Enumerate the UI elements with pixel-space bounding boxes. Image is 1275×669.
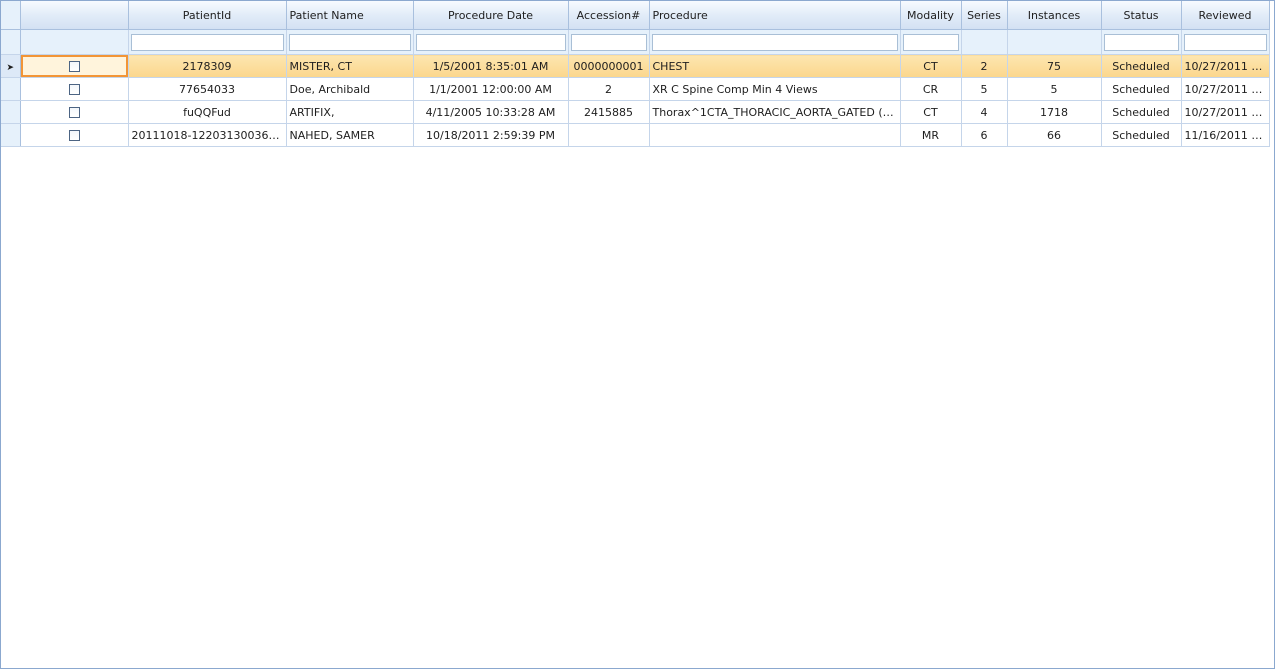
column-header-accession[interactable]: Accession# xyxy=(568,1,650,30)
cell-modality[interactable]: CR xyxy=(900,77,962,101)
cell-reviewed[interactable]: 10/27/2011 1... xyxy=(1181,54,1270,78)
filter-input-reviewed[interactable] xyxy=(1183,33,1267,51)
arrow-right-icon: ➤ xyxy=(6,62,15,73)
cell-procedure-date[interactable]: 1/5/2001 8:35:01 AM xyxy=(413,54,569,78)
filter-cell-series xyxy=(961,29,1008,55)
cell-modality[interactable]: MR xyxy=(900,123,962,147)
cell-modality[interactable]: CT xyxy=(900,54,962,78)
filter-row xyxy=(1,29,1270,55)
cell-accession[interactable] xyxy=(568,123,650,147)
filter-input-accession[interactable] xyxy=(570,33,647,51)
filter-cell-modality xyxy=(900,29,962,55)
table-row[interactable]: ➤ 2178309 MISTER, CT 1/5/2001 8:35:01 AM… xyxy=(1,54,1270,78)
checkbox-icon[interactable] xyxy=(68,84,80,95)
column-header-patient-name[interactable]: Patient Name xyxy=(286,1,414,30)
checkbox-icon[interactable] xyxy=(68,130,80,141)
filter-cell-procedure-date xyxy=(413,29,569,55)
worklist-table: PatientId Patient Name Procedure Date Ac… xyxy=(1,1,1270,147)
header-select-column[interactable] xyxy=(20,1,129,30)
select-cell[interactable] xyxy=(20,100,129,124)
select-cell[interactable] xyxy=(20,123,129,147)
cell-status[interactable]: Scheduled xyxy=(1101,77,1182,101)
cell-series[interactable]: 4 xyxy=(961,100,1008,124)
worklist-grid[interactable]: PatientId Patient Name Procedure Date Ac… xyxy=(0,0,1275,669)
filter-cell-instances xyxy=(1007,29,1102,55)
cell-reviewed[interactable]: 11/16/2011 4... xyxy=(1181,123,1270,147)
cell-instances[interactable]: 66 xyxy=(1007,123,1102,147)
row-indicator[interactable] xyxy=(1,77,21,101)
row-indicator[interactable] xyxy=(1,123,21,147)
cell-patient-id[interactable]: 20111018-12203130036300... xyxy=(128,123,287,147)
filter-input-status[interactable] xyxy=(1103,33,1179,51)
column-header-status[interactable]: Status xyxy=(1101,1,1182,30)
cell-procedure[interactable]: XR C Spine Comp Min 4 Views xyxy=(649,77,901,101)
column-header-procedure[interactable]: Procedure xyxy=(649,1,901,30)
filter-cell-patient-name xyxy=(286,29,414,55)
cell-accession[interactable]: 2 xyxy=(568,77,650,101)
filter-input-patient-name[interactable] xyxy=(288,33,411,51)
cell-patient-id[interactable]: fuQQFud xyxy=(128,100,287,124)
cell-procedure[interactable] xyxy=(649,123,901,147)
filter-cell-accession xyxy=(568,29,650,55)
cell-accession[interactable]: 2415885 xyxy=(568,100,650,124)
cell-instances[interactable]: 75 xyxy=(1007,54,1102,78)
column-header-modality[interactable]: Modality xyxy=(900,1,962,30)
cell-reviewed[interactable]: 10/27/2011 1... xyxy=(1181,77,1270,101)
column-header-instances[interactable]: Instances xyxy=(1007,1,1102,30)
header-indicator-cell xyxy=(1,1,21,30)
select-cell[interactable] xyxy=(20,54,129,78)
cell-series[interactable]: 6 xyxy=(961,123,1008,147)
cell-modality[interactable]: CT xyxy=(900,100,962,124)
column-header-reviewed[interactable]: Reviewed xyxy=(1181,1,1270,30)
table-row[interactable]: fuQQFud ARTIFIX, 4/11/2005 10:33:28 AM 2… xyxy=(1,100,1270,124)
cell-patient-id[interactable]: 2178309 xyxy=(128,54,287,78)
cell-patient-name[interactable]: Doe, Archibald xyxy=(286,77,414,101)
cell-patient-id[interactable]: 77654033 xyxy=(128,77,287,101)
filter-cell-status xyxy=(1101,29,1182,55)
select-cell[interactable] xyxy=(20,77,129,101)
filter-input-procedure[interactable] xyxy=(651,33,898,51)
cell-procedure-date[interactable]: 4/11/2005 10:33:28 AM xyxy=(413,100,569,124)
cell-patient-name[interactable]: MISTER, CT xyxy=(286,54,414,78)
cell-accession[interactable]: 0000000001 xyxy=(568,54,650,78)
header-row: PatientId Patient Name Procedure Date Ac… xyxy=(1,1,1270,30)
cell-procedure-date[interactable]: 1/1/2001 12:00:00 AM xyxy=(413,77,569,101)
column-header-procedure-date[interactable]: Procedure Date xyxy=(413,1,569,30)
cell-instances[interactable]: 5 xyxy=(1007,77,1102,101)
filter-cell-patient-id xyxy=(128,29,287,55)
cell-status[interactable]: Scheduled xyxy=(1101,54,1182,78)
checkbox-icon[interactable] xyxy=(68,61,80,72)
table-row[interactable]: 77654033 Doe, Archibald 1/1/2001 12:00:0… xyxy=(1,77,1270,101)
filter-cell-reviewed xyxy=(1181,29,1270,55)
table-row[interactable]: 20111018-12203130036300... NAHED, SAMER … xyxy=(1,123,1270,147)
column-header-patient-id[interactable]: PatientId xyxy=(128,1,287,30)
filter-indicator-cell xyxy=(1,29,21,55)
filter-input-procedure-date[interactable] xyxy=(415,33,566,51)
column-header-series[interactable]: Series xyxy=(961,1,1008,30)
cell-series[interactable]: 2 xyxy=(961,54,1008,78)
row-indicator[interactable]: ➤ xyxy=(1,54,21,78)
cell-procedure-date[interactable]: 10/18/2011 2:59:39 PM xyxy=(413,123,569,147)
filter-input-modality[interactable] xyxy=(902,33,959,51)
cell-procedure[interactable]: Thorax^1CTA_THORACIC_AORTA_GATED (Adult) xyxy=(649,100,901,124)
cell-status[interactable]: Scheduled xyxy=(1101,100,1182,124)
filter-cell-procedure xyxy=(649,29,901,55)
checkbox-icon[interactable] xyxy=(68,107,80,118)
cell-status[interactable]: Scheduled xyxy=(1101,123,1182,147)
cell-instances[interactable]: 1718 xyxy=(1007,100,1102,124)
row-indicator[interactable] xyxy=(1,100,21,124)
filter-select-cell xyxy=(20,29,129,55)
cell-patient-name[interactable]: ARTIFIX, xyxy=(286,100,414,124)
cell-series[interactable]: 5 xyxy=(961,77,1008,101)
filter-input-patient-id[interactable] xyxy=(130,33,284,51)
cell-reviewed[interactable]: 10/27/2011 1... xyxy=(1181,100,1270,124)
cell-procedure[interactable]: CHEST xyxy=(649,54,901,78)
cell-patient-name[interactable]: NAHED, SAMER xyxy=(286,123,414,147)
